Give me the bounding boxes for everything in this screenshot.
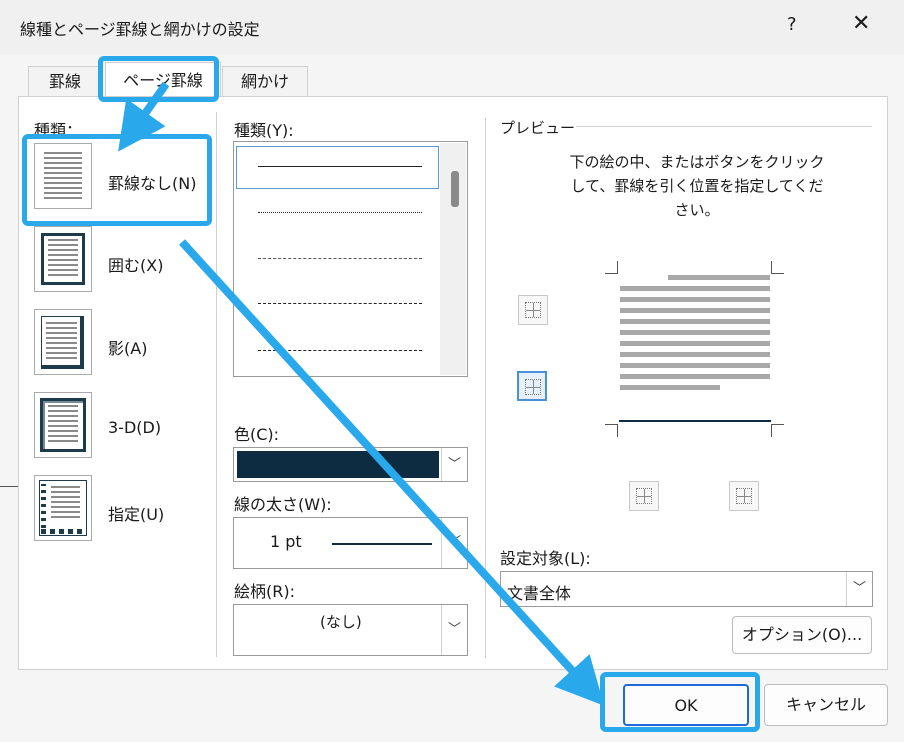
arrow-tab-to-setting: [118, 81, 170, 152]
annotation-arrows: [118, 81, 605, 706]
arrow-setting-to-ok: [179, 239, 605, 706]
